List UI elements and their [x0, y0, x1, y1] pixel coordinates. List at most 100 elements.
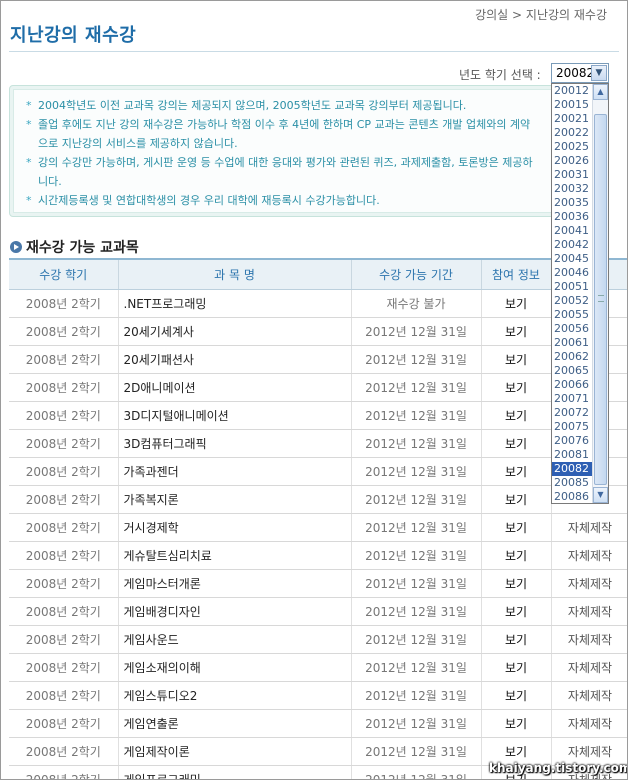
course-name: 게임소재의이해: [118, 653, 352, 682]
course-term: 2008년 2학기: [9, 345, 119, 374]
notice-item: * 졸업 후에도 지난 강의 재수강은 가능하나 학점 이수 후 4년에 한하며 …: [26, 115, 556, 153]
semester-option[interactable]: 20021: [552, 112, 593, 126]
header-course-name: 과 목 명: [118, 258, 352, 290]
view-info-link[interactable]: 보기: [481, 429, 552, 458]
semester-option[interactable]: 20071: [552, 392, 593, 406]
title-divider: [9, 51, 619, 52]
course-period: 2012년 12월 31일: [351, 317, 482, 346]
chevron-down-icon[interactable]: ▼: [591, 65, 607, 81]
semester-option[interactable]: 20065: [552, 364, 593, 378]
course-name: 게임마스터개론: [118, 569, 352, 598]
semester-option[interactable]: 20035: [552, 196, 593, 210]
course-name: 3D디지털애니메이션: [118, 401, 352, 430]
view-info-link[interactable]: 보기: [481, 373, 552, 402]
semester-option[interactable]: 20086: [552, 490, 593, 503]
view-info-link[interactable]: 보기: [481, 457, 552, 486]
view-info-link[interactable]: 보기: [481, 653, 552, 682]
bullet-icon: *: [26, 194, 32, 207]
notice-item: * 시간제등록생 및 연합대학생의 경우 우리 대학에 재등록시 수강가능합니다.: [26, 191, 556, 210]
semester-option[interactable]: 20032: [552, 182, 593, 196]
course-production: 자체제작: [551, 541, 627, 570]
view-info-link[interactable]: 보기: [481, 345, 552, 374]
bullet-arrow-icon: [10, 241, 22, 253]
table-row: 2008년 2학기 20세기세계사 2012년 12월 31일 보기: [9, 317, 627, 346]
view-info-link[interactable]: 보기: [481, 709, 552, 738]
view-info-link[interactable]: 보기: [481, 597, 552, 626]
view-info-link[interactable]: 보기: [481, 513, 552, 542]
notice-item: * 강의 수강만 가능하며, 게시판 운영 등 수업에 대한 응대와 평가와 관련…: [26, 153, 556, 191]
scroll-up-icon[interactable]: ▲: [593, 84, 608, 100]
semester-dropdown-list[interactable]: 20012 20015 20021 20022 20025 20026 20031 20032…: [551, 83, 609, 504]
watermark: khaiyang.tistory.com: [489, 761, 628, 775]
course-period: 2012년 12월 31일: [351, 737, 482, 766]
page-frame: 강의실 > 지난강의 재수강 지난강의 재수강 년도 학기 선택 : * 2004…: [0, 0, 628, 780]
course-name: 거시경제학: [118, 513, 352, 542]
semester-option[interactable]: 20051: [552, 280, 593, 294]
section-title-text: 재수강 가능 교과목: [26, 240, 139, 256]
notice-box: * 2004학년도 이전 교과목 강의는 제공되지 않으며, 2005학년도 교과…: [9, 85, 609, 217]
dropdown-scrollbar[interactable]: ▲ ▼: [592, 84, 608, 503]
course-term: 2008년 2학기: [9, 401, 119, 430]
course-production: 자체제작: [551, 569, 627, 598]
course-term: 2008년 2학기: [9, 429, 119, 458]
semester-option[interactable]: 20045: [552, 252, 593, 266]
course-term: 2008년 2학기: [9, 317, 119, 346]
view-info-link[interactable]: 보기: [481, 317, 552, 346]
course-production: 자체제작: [551, 709, 627, 738]
semester-option[interactable]: 20085: [552, 476, 593, 490]
course-name: 게임스튜디오2: [118, 681, 352, 710]
semester-option[interactable]: 20055: [552, 308, 593, 322]
semester-option[interactable]: 20056: [552, 322, 593, 336]
course-name: 게임제작이론: [118, 737, 352, 766]
semester-option[interactable]: 20031: [552, 168, 593, 182]
course-term: 2008년 2학기: [9, 457, 119, 486]
semester-option[interactable]: 20061: [552, 336, 593, 350]
semester-option[interactable]: 20012: [552, 84, 593, 98]
semester-option[interactable]: 20036: [552, 210, 593, 224]
semester-option[interactable]: 20066: [552, 378, 593, 392]
semester-option[interactable]: 20075: [552, 420, 593, 434]
semester-option[interactable]: 20015: [552, 98, 593, 112]
course-term: 2008년 2학기: [9, 569, 119, 598]
table-row: 2008년 2학기 게임소재의이해 2012년 12월 31일 보기 자체제작: [9, 653, 627, 682]
table-row: 2008년 2학기 게임배경디자인 2012년 12월 31일 보기 자체제작: [9, 597, 627, 626]
semester-option[interactable]: 20025: [552, 140, 593, 154]
semester-option[interactable]: 20076: [552, 434, 593, 448]
view-info-link[interactable]: 보기: [481, 485, 552, 514]
semester-option[interactable]: 20042: [552, 238, 593, 252]
semester-option[interactable]: 20026: [552, 154, 593, 168]
scroll-down-icon[interactable]: ▼: [593, 487, 608, 503]
table-row: 2008년 2학기 3D디지털애니메이션 2012년 12월 31일 보기: [9, 401, 627, 430]
semester-option[interactable]: 20046: [552, 266, 593, 280]
course-name: .NET프로그래밍: [118, 289, 352, 318]
view-info-link[interactable]: 보기: [481, 289, 552, 318]
table-row: 2008년 2학기 가족과젠더 2012년 12월 31일 보기: [9, 457, 627, 486]
course-name: 3D컴퓨터그래픽: [118, 429, 352, 458]
view-info-link[interactable]: 보기: [481, 401, 552, 430]
semester-option[interactable]: 20052: [552, 294, 593, 308]
course-period: 2012년 12월 31일: [351, 541, 482, 570]
course-name: 게임연출론: [118, 709, 352, 738]
semester-option[interactable]: 20081: [552, 448, 593, 462]
course-name: 20세기패션사: [118, 345, 352, 374]
course-table: 수강 학기 과 목 명 수강 가능 기간 참여 정보 2008년 2학기 .NET…: [9, 258, 627, 779]
semester-option[interactable]: 20022: [552, 126, 593, 140]
course-term: 2008년 2학기: [9, 737, 119, 766]
course-period: 2012년 12월 31일: [351, 653, 482, 682]
semester-option[interactable]: 20062: [552, 350, 593, 364]
header-period: 수강 가능 기간: [351, 258, 482, 290]
view-info-link[interactable]: 보기: [481, 681, 552, 710]
course-production: 자체제작: [551, 597, 627, 626]
semester-option[interactable]: 20072: [552, 406, 593, 420]
semester-select[interactable]: 20082 ▼: [551, 63, 609, 83]
course-term: 2008년 2학기: [9, 709, 119, 738]
scrollbar-thumb[interactable]: [594, 114, 607, 485]
semester-option[interactable]: 20082: [552, 462, 593, 476]
course-name: 게임사운드: [118, 625, 352, 654]
view-info-link[interactable]: 보기: [481, 569, 552, 598]
view-info-link[interactable]: 보기: [481, 625, 552, 654]
semester-option[interactable]: 20041: [552, 224, 593, 238]
course-term: 2008년 2학기: [9, 541, 119, 570]
table-header-row: 수강 학기 과 목 명 수강 가능 기간 참여 정보: [9, 258, 627, 290]
view-info-link[interactable]: 보기: [481, 541, 552, 570]
